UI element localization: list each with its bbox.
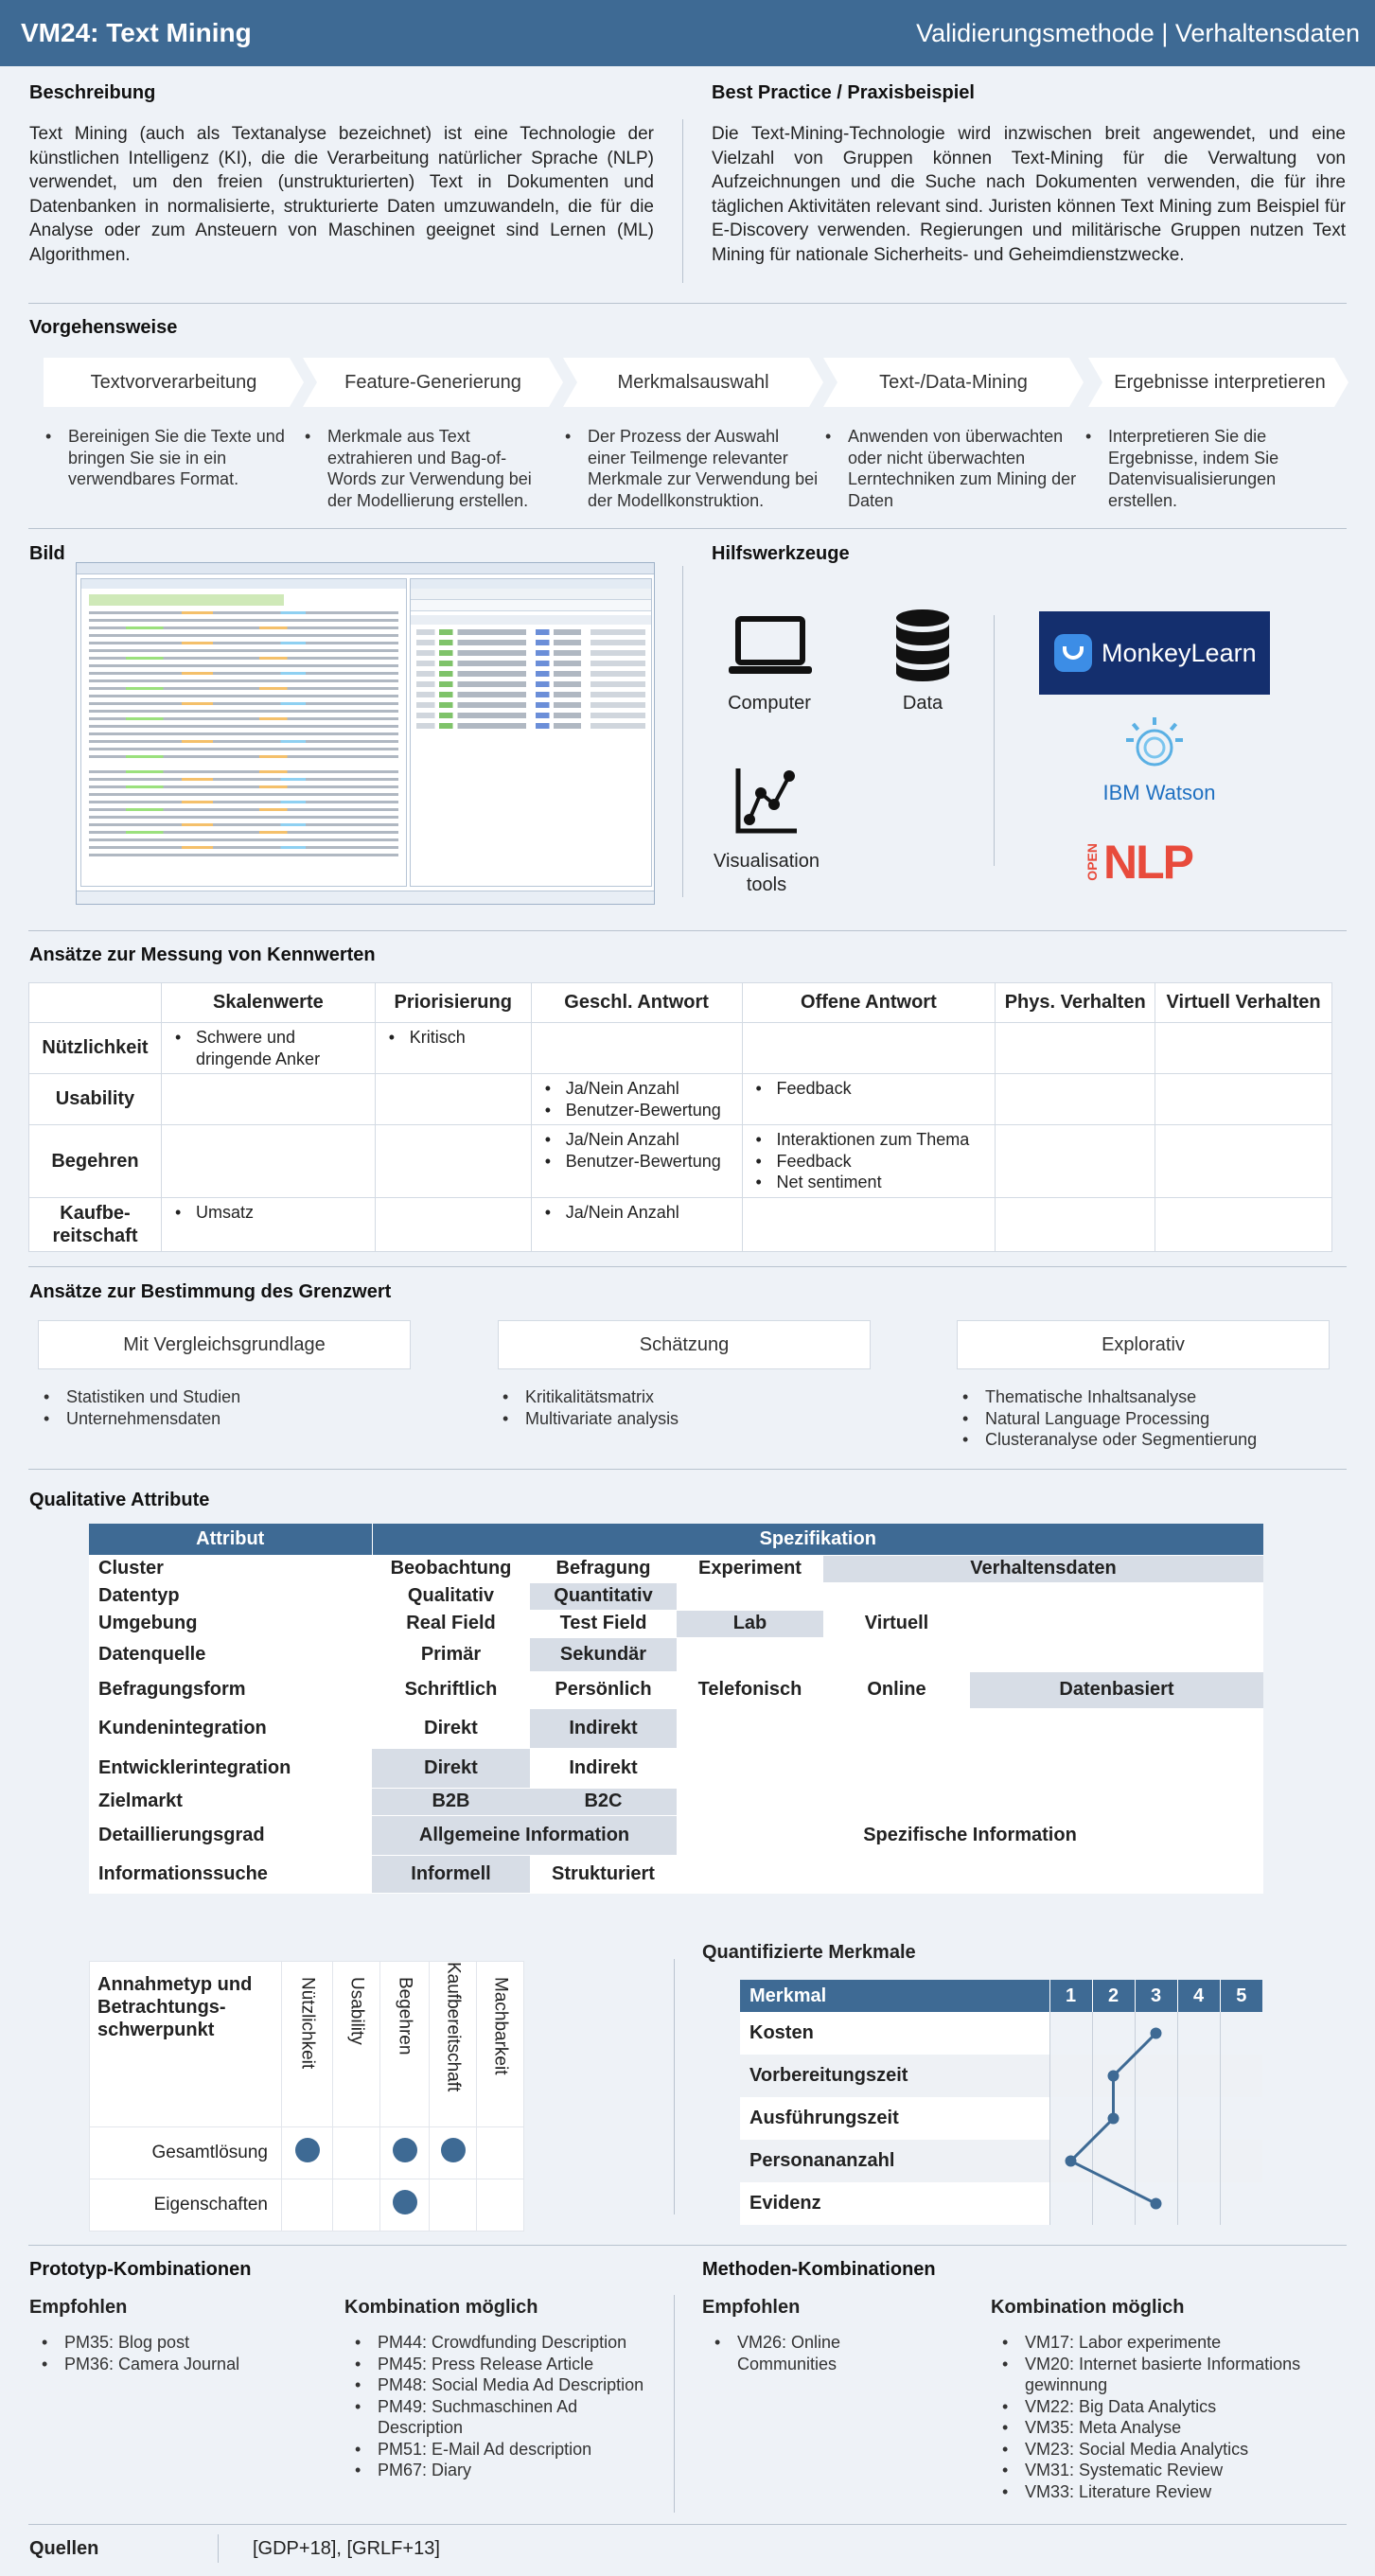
prototyp-empf-label: Empfohlen — [29, 2297, 128, 2318]
prototyp-moeglich-label: Kombination möglich — [344, 2297, 538, 2318]
methoden-heading: Methoden-Kombinationen — [702, 2259, 936, 2280]
methoden-empf-list: VM26: Online Communities — [713, 2332, 911, 2374]
prototyp-heading: Prototyp-Kombinationen — [29, 2259, 252, 2280]
profile-point — [1107, 2112, 1119, 2125]
prototyp-moeglich-list: PM44: Crowdfunding DescriptionPM45: Pres… — [353, 2332, 665, 2481]
methoden-moeglich-label: Kombination möglich — [991, 2297, 1185, 2318]
quellen-label: Quellen — [29, 2538, 99, 2559]
quantifiziert-profile-line — [1065, 2027, 1162, 2210]
methoden-moeglich-list: VM17: Labor experimenteVM20: Internet ba… — [1000, 2332, 1350, 2502]
profile-point — [1065, 2155, 1077, 2167]
prototyp-empf-list: PM35: Blog postPM36: Camera Journal — [40, 2332, 324, 2374]
divider — [674, 2295, 675, 2513]
profile-point — [1107, 2070, 1119, 2082]
profile-point — [1150, 2027, 1162, 2039]
methoden-empf-label: Empfohlen — [702, 2297, 801, 2318]
quellen-value: [GDP+18], [GRLF+13] — [253, 2538, 440, 2559]
profile-point — [1150, 2197, 1162, 2210]
divider — [218, 2534, 219, 2563]
divider — [28, 2245, 1347, 2246]
divider — [28, 2524, 1347, 2525]
